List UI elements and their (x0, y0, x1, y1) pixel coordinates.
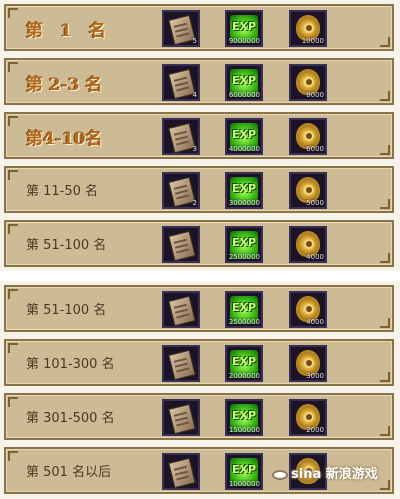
medal-icon: 8000 (289, 64, 327, 101)
reward-row-rank-51-100-repeat: 第 51-100 名 EXP 2500000 4000 (4, 285, 394, 332)
rank-label: 第 2-3 名 (26, 75, 103, 95)
exp-icon: EXP 4000000 (225, 118, 263, 155)
exp-icon-label: EXP (231, 301, 257, 314)
exp-amount: 3000000 (228, 199, 260, 207)
reward-row-rank-11-50: 第 11-50 名 2 EXP 3000000 5000 (4, 166, 394, 213)
medal-amount: 8000 (306, 91, 324, 99)
reward-row-rank-51-100: 第 51-100 名 EXP 2500000 4000 (4, 220, 394, 267)
skill-book-icon: 5 (162, 10, 200, 47)
medal-amount: 2000 (306, 426, 324, 434)
skill-book-icon (162, 291, 200, 328)
book-count: 4 (192, 91, 197, 99)
exp-icon-label: EXP (231, 128, 257, 141)
medal-icon: 6000 (289, 118, 327, 155)
exp-icon: EXP 2500000 (225, 226, 263, 263)
exp-amount: 1000000 (228, 480, 260, 488)
rank-label: 第 51-100 名 (26, 238, 107, 253)
rank-label: 第 1 名 (26, 21, 106, 41)
skill-book-icon (162, 226, 200, 263)
rank-label: 第 301-500 名 (26, 411, 115, 426)
exp-amount: 2000000 (228, 372, 260, 380)
medal-amount: 5000 (306, 199, 324, 207)
exp-icon-label: EXP (231, 182, 257, 195)
exp-icon-label: EXP (231, 409, 257, 422)
reward-panel-top: 第 1 名 5 EXP 9000000 10000 第 2-3 名 4 EXP 60… (0, 0, 400, 271)
watermark-text: sina 新浪游戏 (291, 467, 378, 482)
medal-amount: 3000 (306, 372, 324, 380)
exp-icon: EXP 2000000 (225, 345, 263, 382)
exp-icon-label: EXP (231, 74, 257, 87)
reward-row-rank-2-3: 第 2-3 名 4 EXP 6000000 8000 (4, 58, 394, 105)
exp-amount: 2500000 (228, 318, 260, 326)
exp-icon-label: EXP (231, 355, 257, 368)
skill-book-icon: 3 (162, 118, 200, 155)
reward-row-rank-1: 第 1 名 5 EXP 9000000 10000 (4, 4, 394, 51)
exp-icon: EXP 1000000 (225, 453, 263, 490)
exp-icon-label: EXP (231, 236, 257, 249)
skill-book-icon: 4 (162, 64, 200, 101)
exp-amount: 2500000 (228, 253, 260, 261)
exp-icon: EXP 9000000 (225, 10, 263, 47)
medal-icon: 5000 (289, 172, 327, 209)
exp-icon-label: EXP (231, 463, 257, 476)
exp-icon: EXP 6000000 (225, 64, 263, 101)
sina-eye-icon (272, 469, 288, 480)
rank-label: 第4-10名 (26, 129, 103, 149)
rank-label: 第 11-50 名 (26, 184, 99, 199)
exp-amount: 6000000 (228, 91, 260, 99)
skill-book-icon (162, 453, 200, 490)
exp-icon: EXP 3000000 (225, 172, 263, 209)
exp-icon: EXP 2500000 (225, 291, 263, 328)
rank-label: 第 101-300 名 (26, 357, 115, 372)
skill-book-icon: 2 (162, 172, 200, 209)
book-count: 3 (192, 145, 197, 153)
reward-row-rank-301-500: 第 301-500 名 EXP 1500000 2000 (4, 393, 394, 440)
skill-book-icon (162, 399, 200, 436)
exp-amount: 4000000 (228, 145, 260, 153)
rank-label: 第 51-100 名 (26, 303, 107, 318)
rank-label: 第 501 名以后 (26, 465, 112, 480)
medal-amount: 6000 (306, 145, 324, 153)
medal-amount: 4000 (306, 253, 324, 261)
medal-icon: 4000 (289, 291, 327, 328)
medal-icon: 4000 (289, 226, 327, 263)
sina-watermark: sina 新浪游戏 (272, 463, 392, 485)
reward-row-rank-101-300: 第 101-300 名 EXP 2000000 3000 (4, 339, 394, 386)
reward-row-rank-4-10: 第4-10名 3 EXP 4000000 6000 (4, 112, 394, 159)
medal-icon: 2000 (289, 399, 327, 436)
exp-icon-label: EXP (231, 20, 257, 33)
exp-amount: 1500000 (228, 426, 260, 434)
medal-icon: 3000 (289, 345, 327, 382)
exp-amount: 9000000 (228, 37, 260, 45)
book-count: 2 (192, 199, 197, 207)
medal-amount: 10000 (301, 37, 324, 45)
medal-amount: 4000 (306, 318, 324, 326)
skill-book-icon (162, 345, 200, 382)
exp-icon: EXP 1500000 (225, 399, 263, 436)
book-count: 5 (192, 37, 197, 45)
medal-icon: 10000 (289, 10, 327, 47)
